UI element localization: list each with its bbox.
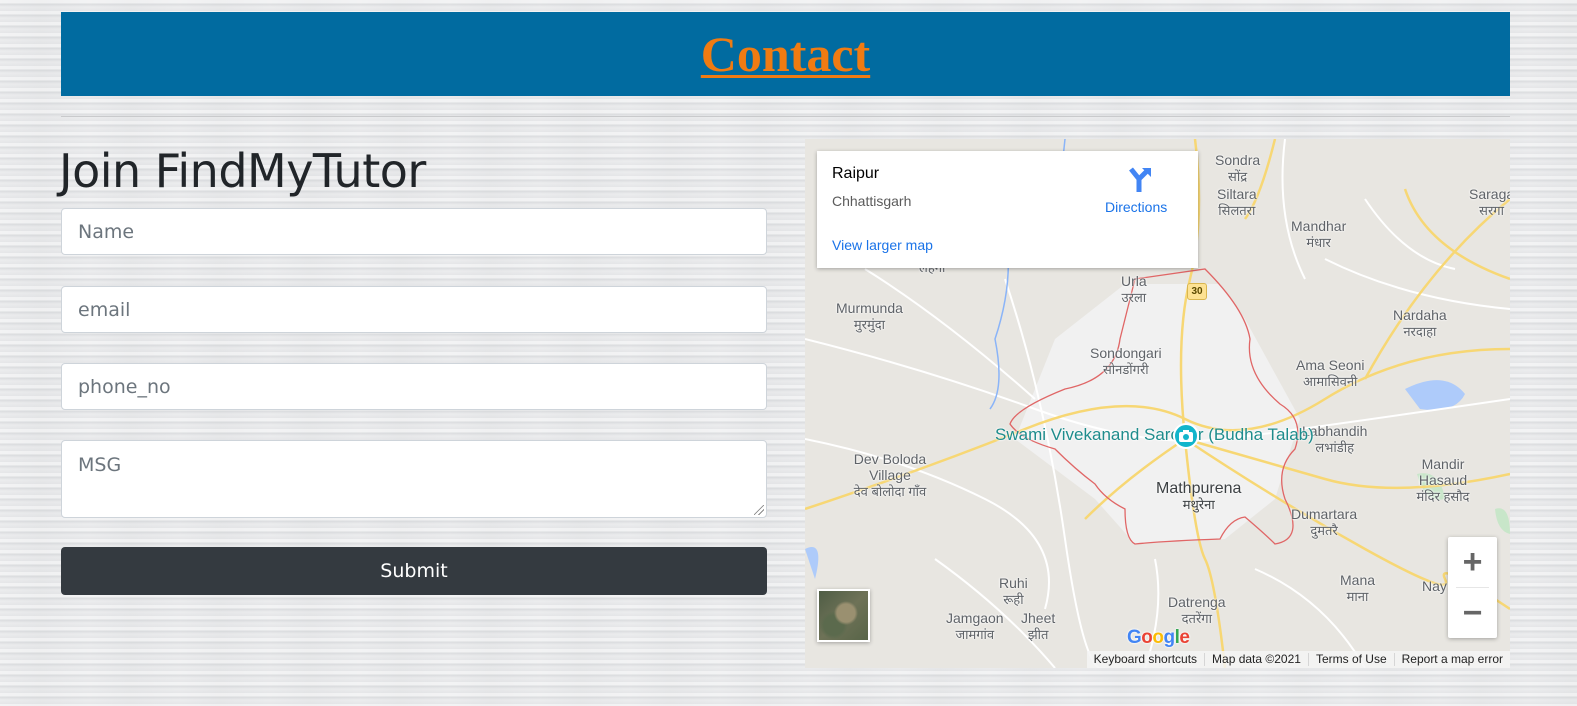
resize-handle[interactable]	[754, 505, 764, 515]
map-label-siltara: Siltara सिलतरा	[1217, 186, 1257, 218]
map-label-mandir-hasaud: Mandir Hasaud मंदिर हसौद	[1416, 456, 1470, 504]
map-label-urla: Urla उरला	[1121, 273, 1147, 305]
message-placeholder: MSG	[78, 454, 122, 476]
zoom-in-button[interactable]: +	[1448, 537, 1497, 587]
zoom-out-button[interactable]: −	[1448, 588, 1497, 638]
name-input[interactable]: Name	[61, 208, 767, 255]
page-title: Contact	[700, 26, 871, 82]
map-label-nay: Nay	[1422, 578, 1447, 594]
terms-link[interactable]: Terms of Use	[1307, 653, 1394, 666]
embedded-map[interactable]: Sondra सोंद्र Siltara सिलतरा Mandhar मंधार …	[805, 139, 1510, 668]
contact-form: Join FindMyTutor Name email phone_no MSG…	[59, 140, 767, 595]
map-label-sondra: Sondra सोंद्र	[1215, 152, 1261, 184]
map-info-card: Raipur Chhattisgarh View larger map Dire…	[817, 151, 1198, 268]
directions-link[interactable]: Directions	[1105, 199, 1167, 215]
divider	[61, 116, 1510, 117]
map-label-mana: Mana माना	[1340, 572, 1376, 604]
email-input[interactable]: email	[61, 286, 767, 333]
map-label-datrenga: Datrenga दतरेंगा	[1168, 594, 1226, 626]
poi-label-budha-talab[interactable]: Swami Vivekanand Sarovar (Budha Talab)	[995, 426, 1314, 444]
map-label-dumartara: Dumartara दुमतरै	[1291, 506, 1358, 538]
map-label-ruhi: Ruhi रूही	[999, 575, 1028, 607]
phone-input[interactable]: phone_no	[61, 363, 767, 410]
map-attribution: Keyboard shortcuts Map data ©2021 Terms …	[1086, 651, 1510, 668]
map-label-jheet: Jheet झीत	[1021, 610, 1056, 642]
submit-button[interactable]: Submit	[61, 547, 767, 595]
map-label-jamgaon: Jamgaon जामगांव	[946, 610, 1004, 642]
map-label-saraga: Saraga सरगा	[1469, 186, 1510, 218]
zoom-control: + −	[1448, 537, 1497, 638]
map-label-nardaha: Nardaha नरदाहा	[1393, 307, 1447, 339]
directions-icon[interactable]	[1125, 165, 1155, 195]
map-label-ama-seoni: Ama Seoni आमासिवनी	[1296, 357, 1365, 389]
view-larger-map-link[interactable]: View larger map	[832, 237, 933, 253]
place-region: Chhattisgarh	[832, 193, 912, 209]
email-placeholder: email	[78, 298, 131, 321]
keyboard-shortcuts-link[interactable]: Keyboard shortcuts	[1087, 653, 1204, 666]
contact-banner: Contact	[61, 12, 1510, 96]
google-logo: Google	[1127, 627, 1190, 648]
message-textarea[interactable]: MSG	[61, 440, 767, 518]
map-label-murmunda: Murmunda मुरमुंदा	[836, 300, 903, 332]
form-title: Join FindMyTutor	[59, 144, 426, 198]
map-label-mandhar: Mandhar मंधार	[1291, 218, 1347, 250]
report-error-link[interactable]: Report a map error	[1393, 653, 1510, 666]
satellite-toggle[interactable]	[817, 589, 870, 642]
map-label-sondongari: Sondongari सोनडोंगरी	[1090, 345, 1162, 377]
map-label-mathpurena: Mathpurena मथुरेना	[1156, 480, 1242, 513]
highway-shield: 30	[1187, 283, 1207, 300]
map-label-dev-boloda: Dev Boloda Village देव बोलोदा गाँव	[853, 451, 927, 499]
camera-pin-icon[interactable]	[1173, 423, 1199, 449]
name-placeholder: Name	[78, 220, 135, 243]
place-name: Raipur	[832, 165, 880, 182]
phone-placeholder: phone_no	[78, 375, 171, 398]
map-data-label: Map data ©2021	[1204, 653, 1308, 666]
